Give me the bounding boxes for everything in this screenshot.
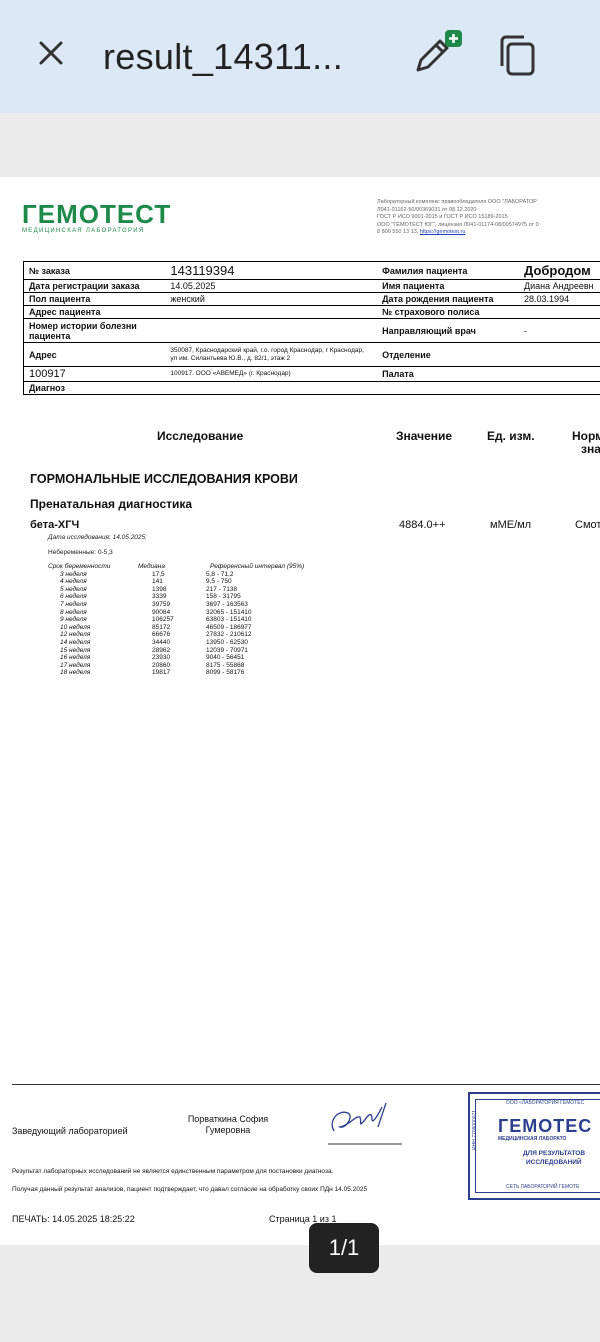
birth-label: Дата рождения пациента <box>377 292 520 306</box>
head-of-lab-name: Порваткина София Гумеровна <box>187 1114 269 1135</box>
test-unit: мМЕ/мл <box>490 519 532 531</box>
copy-icon[interactable] <box>496 34 540 78</box>
pdf-page[interactable]: ГЕМОТЕСТ МЕДИЦИНСКАЯ ЛАБОРАТОРИЯ Лаборат… <box>0 177 600 1245</box>
reference-table: Срок беременности Медиана Референсный ин… <box>48 563 304 677</box>
logo-text: ГЕМОТЕСТ <box>22 199 172 229</box>
dept-label: Отделение <box>377 342 520 367</box>
history-label: Номер истории болезни пациента <box>23 318 166 343</box>
order-label: № заказа <box>23 261 166 280</box>
lab-info-line: Л041-01162-50/00369031 от 08.12.2020 <box>377 206 477 213</box>
footer-divider <box>12 1084 600 1085</box>
name-value: Диана Андреевн <box>519 279 600 293</box>
addr-value: 350087, Краснодарский край, г.о. город К… <box>165 342 378 367</box>
policy-label: № страхового полиса <box>377 305 520 319</box>
laboratory-stamp: ООО «ЛАБОРАТОРИЯ ГЕМОТЕС ГЕМОТЕС МЕДИЦИН… <box>468 1092 600 1200</box>
stamp-side-text: ИНН 7708000071 <box>472 1109 478 1150</box>
stamp-bottom-text: СЕТЬ ЛАБОРАТОРИЙ ГЕМОТЕ <box>506 1184 580 1190</box>
close-icon[interactable] <box>34 36 68 70</box>
test-value: 4884.0++ <box>399 519 446 531</box>
col-header-norm: Норм <box>572 429 600 443</box>
doctor-label: Направляющий врач <box>377 318 520 343</box>
order-value: 143119394 <box>165 261 378 280</box>
test-name: бета-ХГЧ <box>30 519 80 531</box>
lab-info-line: ГОСТ Р ИСО 9001-2015 и ГОСТ Р ИСО 15189-… <box>377 214 508 220</box>
signature <box>328 1102 402 1145</box>
diag-label: Диагноз <box>23 381 166 395</box>
head-of-lab-label: Заведующий лабораторией <box>12 1126 128 1136</box>
reference-header: Срок беременности Медиана Референсный ин… <box>48 563 304 571</box>
stamp-top-text: ООО «ЛАБОРАТОРИЯ ГЕМОТЕС <box>506 1100 585 1106</box>
disclaimer-2: Получая данный результат анализов, пацие… <box>12 1186 368 1193</box>
doctor-value: - <box>519 318 600 343</box>
reference-row: 12 неделя 66676 27832 - 210612 <box>60 631 252 639</box>
ward-value <box>519 366 600 382</box>
test-date: Дата исследования: 14.05.2025; <box>48 534 147 541</box>
col-header-test: Исследование <box>157 429 244 443</box>
document-title: result_14311... <box>103 36 343 77</box>
print-timestamp: ПЕЧАТЬ: 14.05.2025 18:25:22 <box>12 1214 135 1224</box>
pen-add-icon[interactable] <box>412 30 462 76</box>
dept-value <box>519 342 600 367</box>
ref-header: Срок беременности <box>48 563 111 570</box>
subsection-title: Пренатальная диагностика <box>30 497 193 511</box>
page-indicator: 1/1 <box>309 1223 379 1273</box>
policy-value <box>519 305 600 319</box>
brand-logo: ГЕМОТЕСТ МЕДИЦИНСКАЯ ЛАБОРАТОРИЯ <box>22 201 171 234</box>
stamp-subtitle: МЕДИЦИНСКАЯ ЛАБОРАТО <box>498 1136 567 1142</box>
reference-row: 9 неделя 106257 63803 - 151410 <box>60 616 252 624</box>
ward-label: Палата <box>377 366 520 382</box>
surname-value: Добродом <box>519 261 600 280</box>
lab-info-line: Лабораторный комплекс правообладателя ОО… <box>377 199 537 205</box>
code-label: 100917 <box>23 366 166 382</box>
history-value <box>165 318 378 343</box>
navigation-bar <box>0 1310 600 1342</box>
reference-row: 7 неделя 39759 3697 - 163563 <box>60 600 248 608</box>
code-value: 100917. ООО «АВЕМЕД» (г. Краснодар) <box>165 366 378 382</box>
reg-date-value: 14.05.2025 <box>165 279 378 293</box>
addr-label: Адрес <box>23 342 166 367</box>
disclaimer-1: Результат лабораторных исследований не я… <box>12 1168 334 1175</box>
reference-row: 18 неделя 19817 8099 - 58176 <box>60 669 245 677</box>
sex-value: женский <box>165 292 378 306</box>
app-toolbar: result_14311... <box>0 0 600 113</box>
stamp-name: ГЕМОТЕС <box>498 1116 593 1136</box>
patient-info-table: № заказа 143119394 Фамилия пациента Добр… <box>23 261 600 395</box>
surname-label: Фамилия пациента <box>377 261 520 280</box>
reference-row: 4 неделя 141 9,5 - 750 <box>60 578 232 586</box>
reference-row: 6 неделя 3339 158 - 31795 <box>60 593 241 601</box>
lab-info-line: 8 800 550 13 13, https://gemotest.ru <box>377 229 466 235</box>
reference-row: 15 неделя 28962 12039 - 70971 <box>60 646 248 654</box>
name-label: Имя пациента <box>377 279 520 293</box>
section-title: ГОРМОНАЛЬНЫЕ ИССЛЕДОВАНИЯ КРОВИ <box>30 472 298 486</box>
stamp-text: ИССЛЕДОВАНИЙ <box>526 1159 582 1166</box>
ref-header: Референсный интервал (95%) <box>210 563 305 570</box>
sex-label: Пол пациента <box>23 292 166 306</box>
col-header-unit: Ед. изм. <box>487 429 535 443</box>
reference-row: 16 неделя 23930 9040 - 56451 <box>60 654 245 662</box>
reg-date-label: Дата регистрации заказа <box>23 279 166 293</box>
lab-info: Лабораторный комплекс правообладателя ОО… <box>377 199 539 237</box>
col-header-norm-2: зна <box>581 442 600 456</box>
ref-header: Медиана <box>138 563 165 570</box>
nonpregnant-norm: Небеременные: 0-5,3 <box>48 549 113 556</box>
address-value <box>165 305 378 319</box>
website-link[interactable]: https://gemotest.ru <box>420 229 466 235</box>
diag-value <box>165 381 378 395</box>
birth-value: 28.03.1994 <box>519 292 600 306</box>
stamp-text: ДЛЯ РЕЗУЛЬТАТОВ <box>523 1150 586 1157</box>
test-norm: Смот <box>575 519 600 531</box>
col-header-value: Значение <box>396 429 453 443</box>
reference-row: 14 неделя 34440 13950 - 62530 <box>60 638 248 646</box>
lab-info-line: ООО "ГЕМОТЕСТ ЮГ", лицензия Л041-01174-0… <box>377 221 539 228</box>
address-label: Адрес пациента <box>23 305 166 319</box>
